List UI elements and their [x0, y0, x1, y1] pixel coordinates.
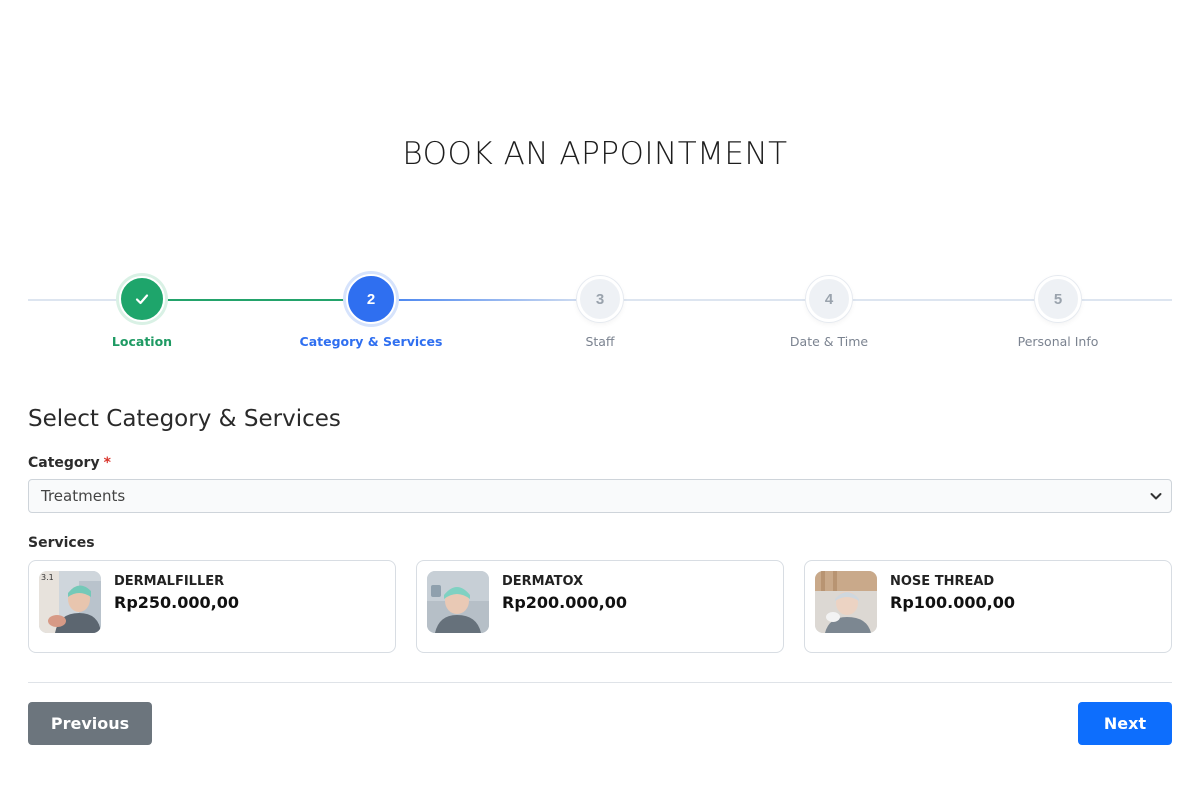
step-label: Location — [111, 334, 173, 349]
svg-text:3.1: 3.1 — [41, 573, 54, 582]
checkmark-icon — [135, 294, 149, 305]
service-price: Rp200.000,00 — [502, 593, 627, 612]
service-price: Rp250.000,00 — [114, 593, 239, 612]
step-label: Category & Services — [299, 334, 443, 349]
service-card-nose-thread[interactable]: NOSE THREAD Rp100.000,00 — [804, 560, 1172, 653]
service-card-dermalfiller[interactable]: 3.1 DERMALFILLER Rp250.000,00 — [28, 560, 396, 653]
page-title: BOOK AN APPOINTMENT — [402, 136, 788, 172]
step-staff[interactable]: 3 Staff — [510, 270, 690, 349]
step-circle-2: 2 — [346, 274, 396, 324]
patient-photo-icon: 3.1 — [39, 571, 101, 633]
step-personal-info[interactable]: 5 Personal Info — [968, 270, 1148, 349]
next-button[interactable]: Next — [1078, 702, 1172, 745]
step-category-services[interactable]: 2 Category & Services — [281, 270, 461, 349]
section-title: Select Category & Services — [28, 406, 341, 432]
category-label: Category * — [28, 455, 111, 471]
step-circle-1 — [119, 276, 165, 322]
service-name: NOSE THREAD — [890, 574, 995, 589]
step-circle-5: 5 — [1035, 276, 1081, 322]
step-circle-3: 3 — [577, 276, 623, 322]
previous-button[interactable]: Previous — [28, 702, 152, 745]
service-card-dermatox[interactable]: DERMATOX Rp200.000,00 — [416, 560, 784, 653]
service-name: DERMALFILLER — [114, 574, 225, 589]
services-label: Services — [28, 535, 95, 551]
category-select[interactable]: Treatments — [28, 479, 1172, 513]
step-date-time[interactable]: 4 Date & Time — [739, 270, 919, 349]
category-label-text: Category — [28, 455, 100, 471]
service-name: DERMATOX — [502, 574, 584, 589]
step-label: Personal Info — [1017, 334, 1099, 349]
services-list: 3.1 DERMALFILLER Rp250.000,00 DERMATOX R… — [28, 560, 1172, 653]
service-price: Rp100.000,00 — [890, 593, 1015, 612]
chevron-down-icon — [1150, 493, 1162, 500]
form-divider — [28, 682, 1172, 683]
required-mark: * — [103, 455, 111, 471]
progress-stepper: Location 2 Category & Services 3 Staff 4… — [28, 270, 1172, 360]
step-circle-4: 4 — [806, 276, 852, 322]
patient-photo-icon — [815, 571, 877, 633]
step-location[interactable]: Location — [52, 270, 232, 349]
patient-photo-icon — [427, 571, 489, 633]
step-label: Date & Time — [789, 334, 869, 349]
step-label: Staff — [585, 334, 615, 349]
category-select-value: Treatments — [41, 487, 126, 505]
